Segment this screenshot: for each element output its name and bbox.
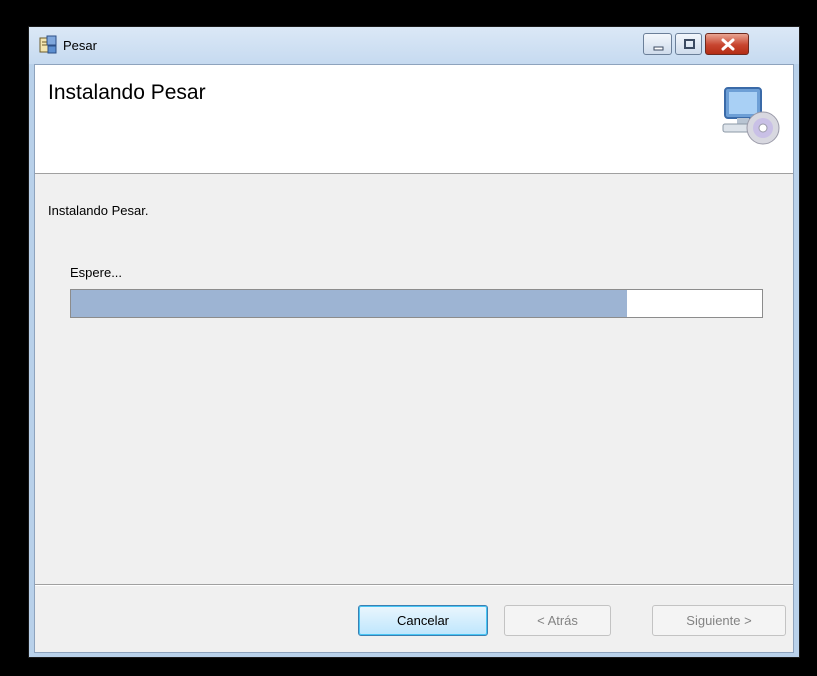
status-text: Instalando Pesar. [48, 203, 149, 218]
progress-fill [71, 290, 628, 317]
maximize-button[interactable] [675, 33, 702, 55]
close-icon [721, 38, 735, 51]
progress-bar [70, 289, 763, 318]
window-title: Pesar [63, 38, 97, 53]
computer-cd-icon [722, 87, 780, 145]
title-bar[interactable]: Pesar [29, 27, 799, 64]
minimize-button[interactable] [643, 33, 672, 55]
footer-divider [35, 584, 793, 586]
installer-window: Pesar Instalando Pesar Instalando Pesar.… [28, 26, 800, 658]
next-button[interactable]: Siguiente > [652, 605, 786, 636]
wait-label: Espere... [70, 265, 123, 280]
close-button[interactable] [705, 33, 749, 55]
banner-title: Instalando Pesar [48, 81, 206, 104]
dialog-client-area: Instalando Pesar Instalando Pesar. Esper… [34, 64, 794, 653]
cancel-button[interactable]: Cancelar [358, 605, 488, 636]
minimize-icon [653, 46, 664, 51]
back-button[interactable]: < Atrás [504, 605, 611, 636]
header-banner: Instalando Pesar [35, 65, 793, 174]
installer-app-icon [39, 35, 57, 54]
maximize-icon [684, 39, 695, 49]
